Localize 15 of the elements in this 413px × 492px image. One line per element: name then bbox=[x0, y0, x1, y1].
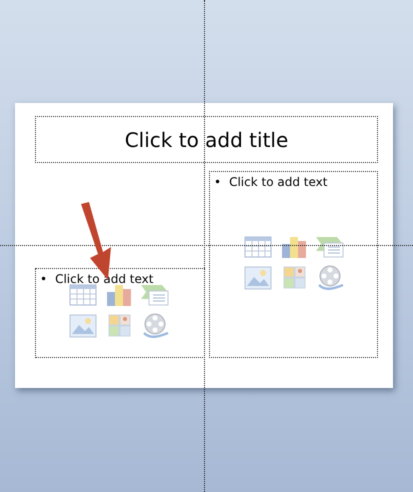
bar-chart-icon[interactable] bbox=[104, 282, 134, 308]
film-reel-icon[interactable] bbox=[140, 313, 170, 339]
bullet: • bbox=[40, 272, 48, 286]
table-icon[interactable] bbox=[243, 234, 273, 260]
picture-icon[interactable] bbox=[243, 265, 273, 291]
placeholder-text[interactable]: Click to add text bbox=[55, 272, 154, 286]
diagram-icon[interactable] bbox=[315, 234, 345, 260]
bullet: • bbox=[214, 175, 222, 189]
title-placeholder[interactable]: Click to add title bbox=[35, 116, 378, 163]
table-icon[interactable] bbox=[68, 282, 98, 308]
picture-icon[interactable] bbox=[68, 313, 98, 339]
film-reel-icon[interactable] bbox=[315, 265, 345, 291]
bar-chart-icon[interactable] bbox=[279, 234, 309, 260]
placeholder-text[interactable]: Click to add text bbox=[229, 175, 328, 189]
diagram-icon[interactable] bbox=[140, 282, 170, 308]
